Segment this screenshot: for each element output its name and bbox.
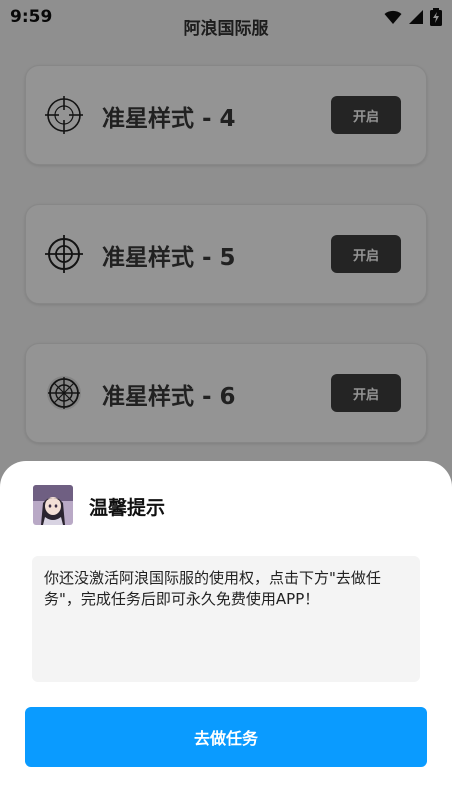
do-task-button[interactable]: 去做任务 — [25, 707, 427, 767]
dialog-message-box: 你还没激活阿浪国际服的使用权，点击下方"去做任务"，完成任务后即可永久免费使用A… — [32, 556, 420, 682]
dialog-title: 温馨提示 — [89, 497, 166, 519]
activation-dialog: 温馨提示 你还没激活阿浪国际服的使用权，点击下方"去做任务"，完成任务后即可永久… — [0, 461, 452, 805]
anime-girl-avatar — [33, 485, 73, 525]
dialog-message: 你还没激活阿浪国际服的使用权，点击下方"去做任务"，完成任务后即可永久免费使用A… — [44, 569, 381, 608]
